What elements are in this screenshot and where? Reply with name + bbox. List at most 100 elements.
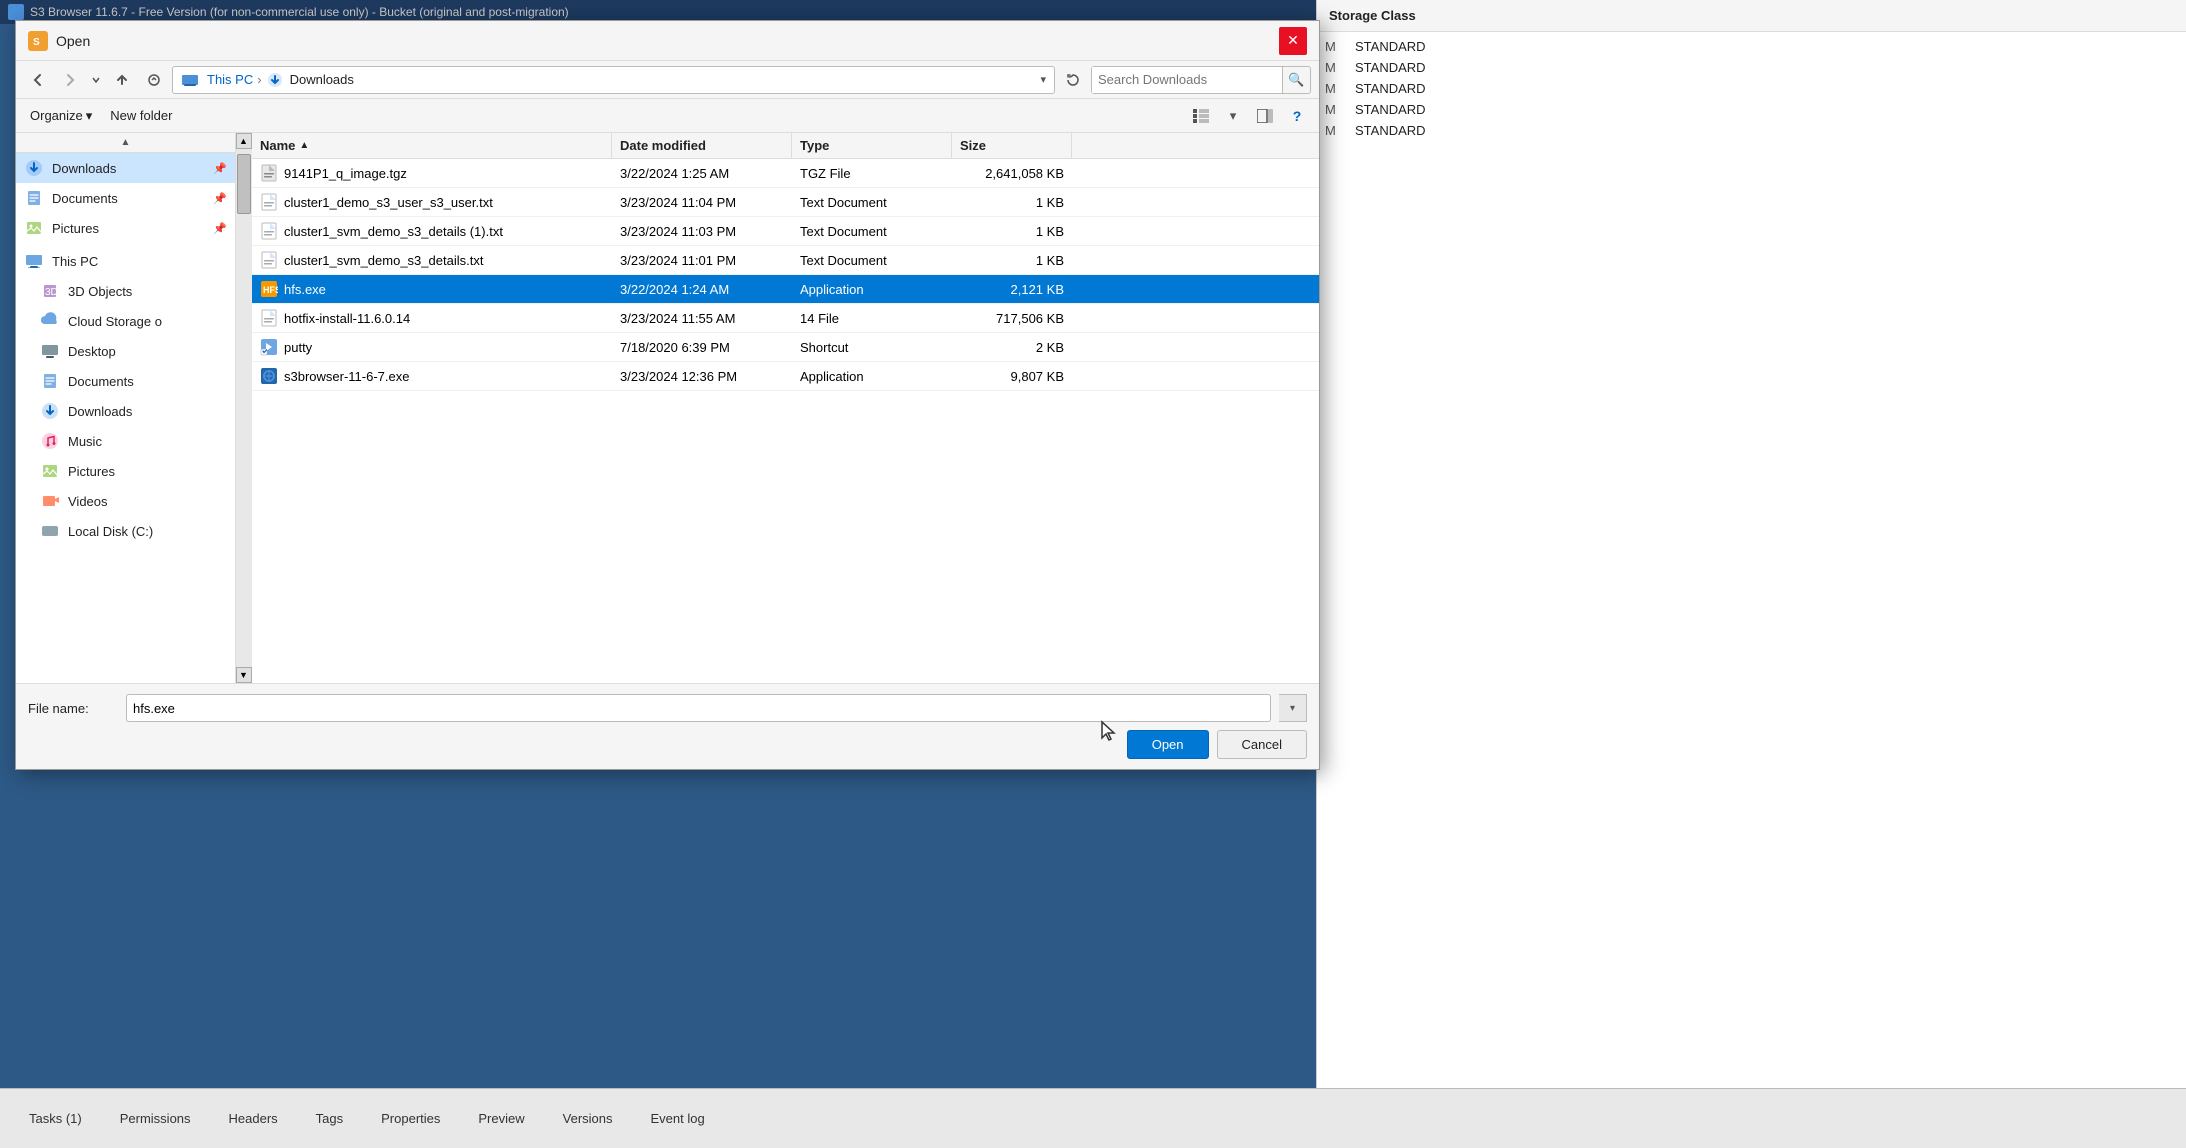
- sidebar-pin-pictures: 📌: [213, 222, 227, 235]
- file-row-s3browser-exe[interactable]: s3browser-11-6-7.exe 3/23/2024 12:36 PM …: [252, 362, 1319, 391]
- scrollbar-thumb[interactable]: [237, 154, 251, 214]
- tab-versions[interactable]: Versions: [546, 1104, 630, 1133]
- sidebar-item-downloads-quick[interactable]: Downloads 📌: [16, 153, 235, 183]
- scrollbar-down-button[interactable]: ▼: [236, 667, 252, 683]
- search-input[interactable]: [1092, 67, 1282, 93]
- scrollbar-track[interactable]: [236, 149, 252, 667]
- view-details-button[interactable]: [1187, 103, 1215, 129]
- tab-preview[interactable]: Preview: [461, 1104, 541, 1133]
- sidebar-scroll-up-indicator[interactable]: ▲: [16, 133, 235, 153]
- storage-prefix: M: [1325, 102, 1355, 117]
- back-button[interactable]: [24, 66, 52, 94]
- storage-prefix: M: [1325, 123, 1355, 138]
- sidebar-item-pictures-quick[interactable]: Pictures 📌: [16, 213, 235, 243]
- recent-locations-button[interactable]: [140, 66, 168, 94]
- file-row-hfs-exe[interactable]: HFS hfs.exe 3/22/2024 1:24 AM Applicatio…: [252, 275, 1319, 304]
- dialog-app-icon: S: [28, 31, 48, 51]
- sidebar-item-cloud-storage[interactable]: Cloud Storage o: [16, 306, 235, 336]
- file-name-hotfix: hotfix-install-11.6.0.14: [284, 311, 410, 326]
- music-icon: [40, 431, 60, 451]
- organize-button[interactable]: Organize ▾: [24, 105, 98, 127]
- hfs-exe-icon: HFS: [260, 280, 278, 298]
- tab-tasks[interactable]: Tasks (1): [12, 1104, 99, 1133]
- search-button[interactable]: 🔍: [1282, 67, 1310, 93]
- breadcrumb-this-pc[interactable]: This PC: [207, 72, 253, 87]
- file-row-tgz[interactable]: 9141P1_q_image.tgz 3/22/2024 1:25 AM TGZ…: [252, 159, 1319, 188]
- up-button[interactable]: [108, 66, 136, 94]
- sidebar-item-this-pc[interactable]: This PC: [16, 243, 235, 276]
- refresh-button[interactable]: [1059, 66, 1087, 94]
- storage-class-header: Storage Class: [1317, 0, 2186, 32]
- file-type-s3browser-exe: Application: [792, 364, 952, 389]
- file-name-cell-tgz: 9141P1_q_image.tgz: [252, 159, 612, 187]
- nav-dropdown-button[interactable]: [88, 66, 104, 94]
- sidebar-item-pictures[interactable]: Pictures: [16, 456, 235, 486]
- file-date-putty: 7/18/2020 6:39 PM: [612, 335, 792, 360]
- sidebar-label-this-pc: This PC: [52, 254, 227, 269]
- tab-permissions[interactable]: Permissions: [103, 1104, 208, 1133]
- file-row-details1-txt[interactable]: cluster1_svm_demo_s3_details (1).txt 3/2…: [252, 217, 1319, 246]
- tgz-file-icon: [260, 164, 278, 182]
- column-name-label: Name: [260, 138, 295, 153]
- help-button[interactable]: ?: [1283, 103, 1311, 129]
- dialog-title-text: Open: [56, 33, 90, 49]
- putty-shortcut-icon: [260, 338, 278, 356]
- sidebar-scrollbar: ▲ ▼: [235, 133, 251, 683]
- local-disk-icon: [40, 521, 60, 541]
- file-row-hotfix[interactable]: hotfix-install-11.6.0.14 3/23/2024 11:55…: [252, 304, 1319, 333]
- filename-input[interactable]: [126, 694, 1271, 722]
- sidebar-label-desktop: Desktop: [68, 344, 227, 359]
- sidebar-item-downloads[interactable]: Downloads: [16, 396, 235, 426]
- storage-row: MSTANDARD: [1317, 36, 2186, 57]
- sidebar-item-3d-objects[interactable]: 3D 3D Objects: [16, 276, 235, 306]
- tab-eventlog[interactable]: Event log: [634, 1104, 722, 1133]
- sidebar-item-documents-quick[interactable]: Documents 📌: [16, 183, 235, 213]
- file-name-details1-txt: cluster1_svm_demo_s3_details (1).txt: [284, 224, 503, 239]
- tab-properties[interactable]: Properties: [364, 1104, 457, 1133]
- column-size[interactable]: Size: [952, 133, 1072, 158]
- storage-rows: MSTANDARD MSTANDARD MSTANDARD MSTANDARD …: [1317, 32, 2186, 145]
- sidebar-item-documents[interactable]: Documents: [16, 366, 235, 396]
- filename-dropdown-button[interactable]: ▾: [1279, 694, 1307, 722]
- sidebar-item-videos[interactable]: Videos: [16, 486, 235, 516]
- new-folder-button[interactable]: New folder: [102, 105, 180, 126]
- sidebar-item-music[interactable]: Music: [16, 426, 235, 456]
- column-name[interactable]: Name ▲: [252, 133, 612, 158]
- filename-label: File name:: [28, 701, 118, 716]
- column-date-modified[interactable]: Date modified: [612, 133, 792, 158]
- sidebar-label-videos: Videos: [68, 494, 227, 509]
- scrollbar-up-button[interactable]: ▲: [236, 133, 252, 149]
- sidebar-item-desktop[interactable]: Desktop: [16, 336, 235, 366]
- open-button[interactable]: Open: [1127, 730, 1209, 759]
- breadcrumb-dropdown-arrow[interactable]: ▾: [1040, 73, 1046, 86]
- file-name-cell-hotfix: hotfix-install-11.6.0.14: [252, 304, 612, 332]
- file-row-details-txt[interactable]: cluster1_svm_demo_s3_details.txt 3/23/20…: [252, 246, 1319, 275]
- svg-text:3D: 3D: [45, 287, 58, 298]
- file-size-hfs-exe: 2,121 KB: [952, 277, 1072, 302]
- txt-file-icon-1: [260, 193, 278, 211]
- file-date-details-txt: 3/23/2024 11:01 PM: [612, 248, 792, 273]
- file-name-tgz: 9141P1_q_image.tgz: [284, 166, 407, 181]
- open-dialog: S Open ✕: [15, 20, 1320, 770]
- view-dropdown-button[interactable]: ▾: [1219, 103, 1247, 129]
- storage-row: MSTANDARD: [1317, 120, 2186, 141]
- file-name-cell-putty: putty: [252, 333, 612, 361]
- bottom-taskbar: Tasks (1) Permissions Headers Tags Prope…: [0, 1088, 2186, 1148]
- forward-button[interactable]: [56, 66, 84, 94]
- cancel-button[interactable]: Cancel: [1217, 730, 1307, 759]
- file-row-user-txt[interactable]: cluster1_demo_s3_user_s3_user.txt 3/23/2…: [252, 188, 1319, 217]
- column-type[interactable]: Type: [792, 133, 952, 158]
- documents-quick-icon: [24, 188, 44, 208]
- storage-value: STANDARD: [1355, 60, 1426, 75]
- dialog-close-button[interactable]: ✕: [1279, 27, 1307, 55]
- file-row-putty[interactable]: putty 7/18/2020 6:39 PM Shortcut 2 KB: [252, 333, 1319, 362]
- preview-pane-button[interactable]: [1251, 103, 1279, 129]
- tab-headers[interactable]: Headers: [212, 1104, 295, 1133]
- toolbar2-left: Organize ▾ New folder: [24, 105, 180, 127]
- sidebar-item-local-disk[interactable]: Local Disk (C:): [16, 516, 235, 546]
- dialog-title-left: S Open: [28, 31, 90, 51]
- storage-value: STANDARD: [1355, 102, 1426, 117]
- s3browser-exe-icon: [260, 367, 278, 385]
- hotfix-file-icon: [260, 309, 278, 327]
- tab-tags[interactable]: Tags: [299, 1104, 360, 1133]
